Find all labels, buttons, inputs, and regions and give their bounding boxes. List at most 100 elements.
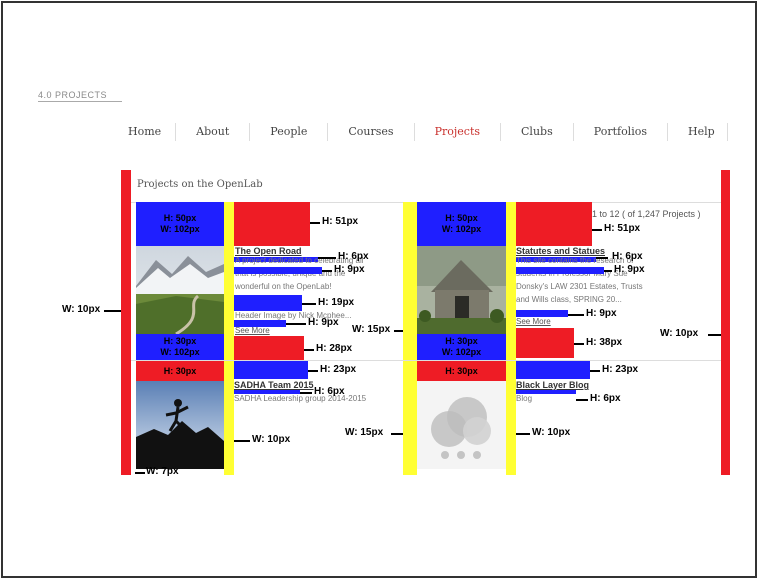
dim-label: W: 10px — [532, 427, 571, 438]
dim-label: H: 28px — [316, 343, 353, 354]
nav-divider — [175, 123, 177, 141]
nav-home[interactable]: Home — [128, 121, 161, 143]
section-underline — [38, 101, 122, 102]
spacer-mid-c: H: 30px W: 102px — [417, 334, 506, 360]
dim-label: H: 9px — [614, 264, 645, 275]
dim-label: H: 9px — [334, 264, 365, 275]
spacer-row2-top-c: H: 30px — [417, 361, 506, 381]
spacer-38-d — [516, 328, 574, 358]
dim-tick — [596, 257, 608, 259]
dim-label: H: 6px — [338, 251, 369, 262]
mountain-road-photo — [136, 246, 224, 334]
nav-divider — [327, 123, 329, 141]
spacer-9-d — [516, 267, 604, 274]
dim-tick — [304, 349, 314, 351]
dim-tick — [286, 323, 306, 325]
spacer-9-b — [234, 267, 322, 274]
main-nav: Home About People Courses Projects Clubs… — [118, 121, 728, 143]
dim-label: H: 23px — [320, 364, 357, 375]
see-more-open-road[interactable]: See More — [235, 326, 270, 335]
nav-clubs[interactable]: Clubs — [521, 121, 553, 143]
dim-tick — [592, 229, 602, 231]
dim-tick — [516, 433, 530, 435]
dim-tick — [394, 330, 403, 332]
dim-label: W: 10px — [62, 304, 101, 315]
spacer-23-b — [234, 361, 308, 379]
gutter-center — [403, 202, 417, 475]
dim-tick — [576, 399, 588, 401]
project-title-sadha[interactable]: SADHA Team 2015 — [234, 380, 314, 390]
dim-label: H: 38px — [586, 337, 623, 348]
spacer-top-a: H: 50px W: 102px — [136, 202, 224, 246]
dim-label: H: 6px — [590, 393, 621, 404]
dim-label: H: 6px — [612, 251, 643, 262]
nav-divider — [726, 123, 728, 141]
dim-tick — [322, 270, 332, 272]
nav-divider — [413, 123, 415, 141]
dim-label: H: 51px — [322, 216, 359, 227]
spacer-mid-a: H: 30px W: 102px — [136, 334, 224, 360]
dim-label: W: 15px — [345, 427, 384, 438]
nav-projects[interactable]: Projects — [435, 121, 480, 143]
dim-label: W: 10px — [252, 434, 291, 445]
project-thumb-black-layer[interactable] — [417, 381, 506, 469]
see-more-statutes[interactable]: See More — [516, 317, 551, 326]
dim-tick — [234, 440, 250, 442]
dim-tick — [318, 257, 336, 259]
dim-label: H: 9px — [308, 317, 339, 328]
dim-label: H: 6px — [314, 386, 345, 397]
group-placeholder-avatar — [417, 381, 506, 469]
nav-people[interactable]: People — [270, 121, 307, 143]
dim-label: W: 7px — [146, 466, 179, 477]
stone-building-photo — [417, 246, 506, 334]
spacer-28-b — [234, 336, 304, 360]
gutter-col1 — [224, 202, 234, 475]
nav-portfolios[interactable]: Portfolios — [594, 121, 647, 143]
dim-label: W: 10px — [660, 328, 699, 339]
right-margin-bar — [721, 170, 730, 475]
spacer-row2-top-a: H: 30px — [136, 361, 224, 381]
gutter-col3 — [506, 202, 516, 475]
spacer-text-top-b — [234, 202, 310, 246]
dim-label: W: 15px — [352, 324, 391, 335]
panel-title: Projects on the OpenLab — [137, 179, 263, 190]
nav-divider — [667, 123, 668, 141]
project-desc-statutes: This site contains the research of stude… — [516, 256, 643, 304]
project-thumb-statutes[interactable] — [417, 246, 506, 334]
dim-tick — [708, 334, 721, 336]
nav-help[interactable]: Help — [688, 121, 715, 143]
dim-tick — [574, 343, 584, 345]
section-title: 4.0 PROJECTS — [38, 90, 108, 100]
nav-divider — [500, 123, 502, 141]
dim-label: H: 19px — [318, 297, 355, 308]
dim-tick — [568, 314, 584, 316]
dim-tick — [302, 303, 316, 305]
dim-label: H: 23px — [602, 364, 639, 375]
spacer-text-top-d — [516, 202, 592, 246]
nav-divider — [572, 123, 574, 141]
nav-about[interactable]: About — [196, 121, 229, 143]
dim-tick — [590, 370, 600, 372]
dim-tick — [135, 472, 145, 474]
dim-tick — [308, 370, 318, 372]
project-thumb-sadha[interactable] — [136, 381, 224, 469]
dim-tick — [104, 310, 121, 312]
project-count: 1 to 12 ( of 1,247 Projects ) — [592, 209, 701, 219]
spacer-23-d — [516, 361, 590, 379]
project-desc-black-layer: Blog — [516, 394, 533, 403]
panel-header: Projects on the OpenLab — [130, 170, 725, 203]
nav-divider — [249, 123, 251, 141]
dim-tick — [604, 270, 612, 272]
spacer-top-c: H: 50px W: 102px — [417, 202, 506, 246]
left-margin-bar — [121, 170, 131, 475]
dim-tick — [310, 222, 320, 224]
project-title-black-layer[interactable]: Black Layer Blog — [516, 380, 589, 390]
dim-label: H: 9px — [586, 308, 617, 319]
climber-silhouette-photo — [136, 381, 224, 469]
project-thumb-open-road[interactable] — [136, 246, 224, 334]
dim-tick — [300, 392, 312, 394]
dim-label: H: 51px — [604, 223, 641, 234]
spacer-9c-d — [516, 310, 568, 317]
nav-courses[interactable]: Courses — [348, 121, 393, 143]
dim-tick — [391, 433, 403, 435]
